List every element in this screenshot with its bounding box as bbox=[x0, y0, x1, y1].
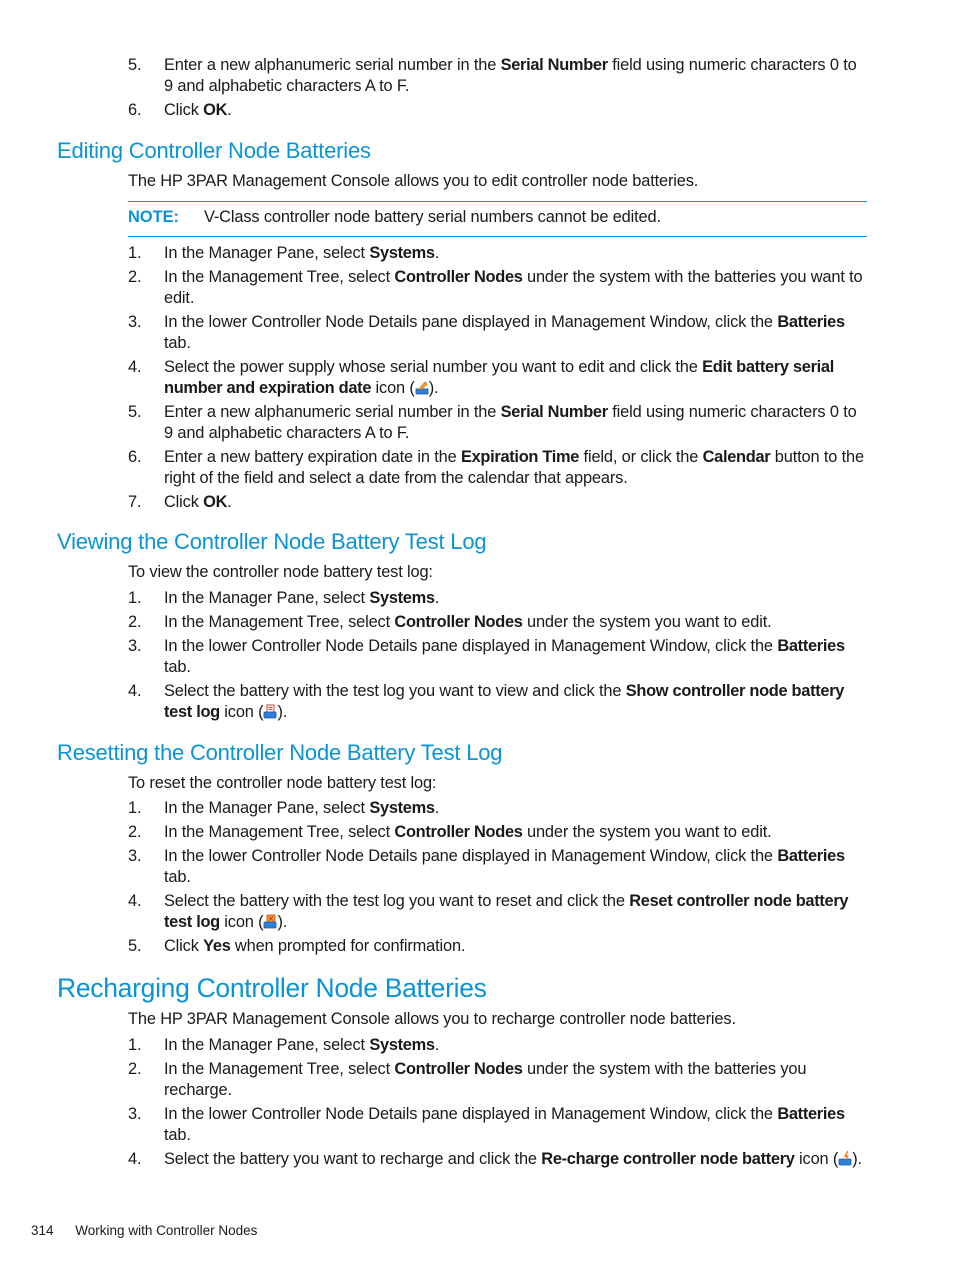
list-item: 4. Select the battery you want to recharg… bbox=[128, 1150, 862, 1168]
list-item: 6. Enter a new battery expiration date in… bbox=[128, 448, 864, 487]
ui-term: Yes bbox=[203, 937, 231, 955]
list-item: 1. In the Manager Pane, select Systems. bbox=[128, 1036, 440, 1054]
recharge-battery-icon bbox=[838, 1151, 852, 1166]
section-intro-recharging: The HP 3PAR Management Console allows yo… bbox=[128, 1010, 736, 1028]
list-item: 5. Enter a new alphanumeric serial number… bbox=[128, 56, 857, 95]
list-item: 4. Select the battery with the test log y… bbox=[128, 892, 849, 931]
ui-term: Systems bbox=[369, 799, 435, 817]
reset-test-log-icon bbox=[263, 914, 277, 929]
step-number: 5. bbox=[128, 56, 142, 74]
ui-term: Expiration Time bbox=[460, 448, 580, 466]
list-item: 2. In the Management Tree, select Control… bbox=[128, 823, 772, 841]
show-test-log-icon bbox=[263, 704, 277, 719]
list-item: 3. In the lower Controller Node Details p… bbox=[128, 313, 845, 352]
list-item: 2. In the Management Tree, select Control… bbox=[128, 268, 863, 307]
step-number: 6. bbox=[128, 101, 142, 119]
section-intro-resetting: To reset the controller node battery tes… bbox=[128, 774, 437, 792]
ui-term: Batteries bbox=[777, 1105, 845, 1123]
top-steps-list: 5. Enter a new alphanumeric serial number… bbox=[128, 55, 868, 124]
step-number: 1. bbox=[128, 244, 142, 262]
viewing-steps-list: 1. In the Manager Pane, select Systems. 2.… bbox=[128, 588, 868, 726]
ui-term: Controller Nodes bbox=[394, 823, 523, 841]
list-item: 7. Click OK. bbox=[128, 493, 232, 511]
ui-term: OK bbox=[203, 493, 228, 511]
section-intro-editing: The HP 3PAR Management Console allows yo… bbox=[128, 172, 699, 190]
step-number: 5. bbox=[128, 937, 142, 955]
step-number: 2. bbox=[128, 268, 142, 286]
list-item: 5. Enter a new alphanumeric serial number… bbox=[128, 403, 857, 442]
step-number: 1. bbox=[128, 799, 142, 817]
step-number: 4. bbox=[128, 1150, 142, 1168]
note-text: V-Class controller node battery serial n… bbox=[204, 208, 661, 226]
step-number: 4. bbox=[128, 892, 142, 910]
ui-term: Batteries bbox=[777, 313, 845, 331]
list-item: 3. In the lower Controller Node Details p… bbox=[128, 847, 845, 886]
list-item: 5. Click Yes when prompted for confirmati… bbox=[128, 937, 466, 955]
list-item: 1. In the Manager Pane, select Systems. bbox=[128, 799, 440, 817]
step-number: 3. bbox=[128, 637, 142, 655]
step-number: 3. bbox=[128, 847, 142, 865]
note-box: NOTE: V-Class controller node battery se… bbox=[128, 201, 867, 237]
step-number: 2. bbox=[128, 613, 142, 631]
list-item: 3. In the lower Controller Node Details p… bbox=[128, 1105, 845, 1144]
section-heading-viewing: Viewing the Controller Node Battery Test… bbox=[57, 529, 487, 554]
step-number: 6. bbox=[128, 448, 142, 466]
editing-steps-list: 1. In the Manager Pane, select Systems. 2.… bbox=[128, 243, 868, 516]
chapter-title: Working with Controller Nodes bbox=[75, 1223, 258, 1238]
ui-term: Calendar bbox=[702, 448, 771, 466]
step-number: 4. bbox=[128, 358, 142, 376]
list-item: 3. In the lower Controller Node Details p… bbox=[128, 637, 845, 676]
ui-term: Re-charge controller node battery bbox=[541, 1150, 795, 1168]
step-number: 3. bbox=[128, 313, 142, 331]
step-number: 7. bbox=[128, 493, 142, 511]
document-page: 5. Enter a new alphanumeric serial number… bbox=[0, 0, 954, 1271]
step-number: 1. bbox=[128, 589, 142, 607]
ui-term: Batteries bbox=[777, 847, 845, 865]
step-number: 4. bbox=[128, 682, 142, 700]
ui-term: Edit battery serial number and expiratio… bbox=[164, 358, 834, 397]
ui-term: Controller Nodes bbox=[394, 1060, 523, 1078]
edit-battery-serial-icon bbox=[415, 380, 429, 395]
section-heading-editing: Editing Controller Node Batteries bbox=[57, 138, 371, 163]
list-item: 4. Select the power supply whose serial n… bbox=[128, 358, 834, 397]
list-item: 1. In the Manager Pane, select Systems. bbox=[128, 244, 440, 262]
resetting-steps-list: 1. In the Manager Pane, select Systems. 2.… bbox=[128, 798, 868, 960]
list-item: 6. Click OK. bbox=[128, 101, 232, 119]
page-footer: 314 Working with Controller Nodes bbox=[31, 1223, 257, 1238]
step-number: 3. bbox=[128, 1105, 142, 1123]
ui-term: Batteries bbox=[777, 637, 845, 655]
section-heading-recharging: Recharging Controller Node Batteries bbox=[57, 973, 487, 1003]
list-item: 4. Select the battery with the test log y… bbox=[128, 682, 845, 721]
ui-term: Controller Nodes bbox=[394, 613, 523, 631]
step-number: 2. bbox=[128, 823, 142, 841]
ui-term: Systems bbox=[369, 244, 435, 262]
ui-term: Serial Number bbox=[500, 403, 609, 421]
step-number: 5. bbox=[128, 403, 142, 421]
list-item: 1. In the Manager Pane, select Systems. bbox=[128, 589, 440, 607]
step-number: 1. bbox=[128, 1036, 142, 1054]
ui-term: Systems bbox=[369, 589, 435, 607]
ui-term: Systems bbox=[369, 1036, 435, 1054]
step-number: 2. bbox=[128, 1060, 142, 1078]
section-intro-viewing: To view the controller node battery test… bbox=[128, 563, 433, 581]
list-item: 2. In the Management Tree, select Control… bbox=[128, 1060, 807, 1099]
ui-term: Controller Nodes bbox=[394, 268, 523, 286]
note-label: NOTE: bbox=[128, 208, 179, 226]
section-heading-resetting: Resetting the Controller Node Battery Te… bbox=[57, 740, 503, 765]
ui-term: Serial Number bbox=[500, 56, 609, 74]
recharging-steps-list: 1. In the Manager Pane, select Systems. 2.… bbox=[128, 1035, 868, 1173]
list-item: 2. In the Management Tree, select Control… bbox=[128, 613, 772, 631]
page-number: 314 bbox=[31, 1223, 54, 1238]
ui-term: OK bbox=[203, 101, 228, 119]
